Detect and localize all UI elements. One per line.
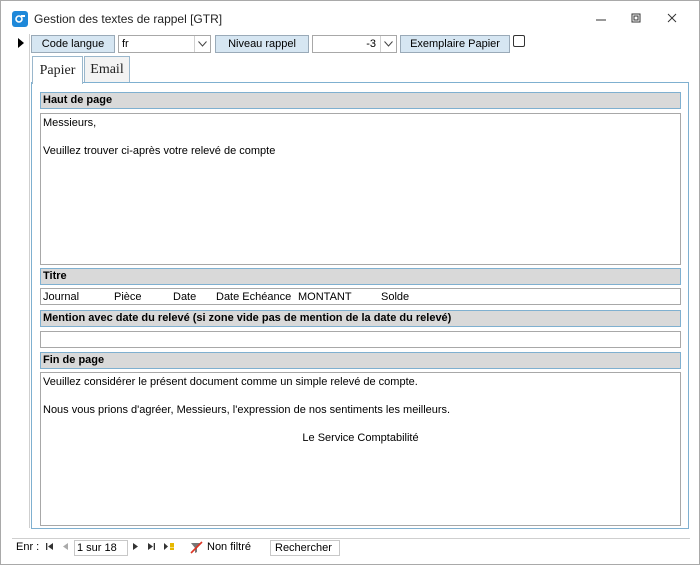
code-langue-label: Code langue [31,35,115,53]
text-line: Veuillez trouver ci-après votre relevé d… [43,145,276,157]
app-window: Gestion des textes de rappel [GTR] Code … [0,0,700,565]
haut-de-page-textarea[interactable]: Messieurs, Veuillez trouver ci-après vot… [40,113,681,265]
titre-header: Titre [40,268,681,285]
chevron-down-icon[interactable] [194,36,210,52]
next-record-icon[interactable] [131,542,140,554]
titre-field[interactable]: Journal Pièce Date Date Echéance MONTANT… [40,288,681,305]
niveau-rappel-label: Niveau rappel [215,35,309,53]
exemplaire-papier-label: Exemplaire Papier [400,35,510,53]
tab-email[interactable]: Email [84,56,130,83]
code-langue-value: fr [122,38,129,50]
text-line: Veuillez considérer le présent document … [43,376,418,388]
text-line: Messieurs, [43,117,97,129]
titre-column-piece: Pièce [114,291,142,303]
record-navigation-bar: Enr : 1 sur 18 Non filtré Rechercher [12,538,690,557]
minimize-button[interactable] [584,7,618,29]
minimize-icon [596,19,606,21]
fin-de-page-textarea[interactable]: Veuillez considérer le présent document … [40,372,681,526]
text-line: Le Service Comptabilité [302,432,419,444]
titre-column-solde: Solde [381,291,410,303]
restore-button[interactable] [619,7,653,29]
current-record-arrow-icon [18,38,24,48]
title-bar: Gestion des textes de rappel [GTR] [1,1,699,33]
close-button[interactable] [655,7,689,29]
filter-off-icon[interactable] [190,541,203,557]
previous-record-icon[interactable] [61,542,70,554]
new-record-icon[interactable] [163,542,175,554]
exemplaire-papier-checkbox[interactable] [513,35,525,47]
filter-status[interactable]: Non filtré [207,541,251,553]
last-record-icon[interactable] [147,542,156,554]
record-selector[interactable] [12,34,30,528]
close-icon [667,13,677,23]
titre-column-montant: MONTANT [298,291,352,303]
code-langue-combo[interactable]: fr [118,35,211,53]
first-record-icon[interactable] [45,542,54,554]
text-line: Nous vous prions d'agréer, Messieurs, l'… [43,404,451,416]
app-logo-icon [12,11,28,27]
tab-papier[interactable]: Papier [32,56,83,84]
search-field[interactable]: Rechercher [270,540,340,556]
mention-value [43,334,678,348]
titre-column-date: Date [173,291,197,303]
niveau-rappel-value: -3 [366,38,376,50]
niveau-rappel-combo[interactable]: -3 [312,35,397,53]
mention-header: Mention avec date du relevé (si zone vid… [40,310,681,327]
fin-de-page-header: Fin de page [40,352,681,369]
titre-column-journal: Journal [43,291,80,303]
text-line [43,130,678,144]
text-line [43,417,678,431]
record-label: Enr : [16,541,40,553]
restore-icon [631,13,641,23]
text-line [43,389,678,403]
record-position-field[interactable]: 1 sur 18 [74,540,128,556]
chevron-down-icon[interactable] [380,36,396,52]
window-title: Gestion des textes de rappel [GTR] [34,12,223,26]
titre-column-date-echeance: Date Echéance [216,291,292,303]
haut-de-page-header: Haut de page [40,92,681,109]
mention-field[interactable] [40,331,681,348]
